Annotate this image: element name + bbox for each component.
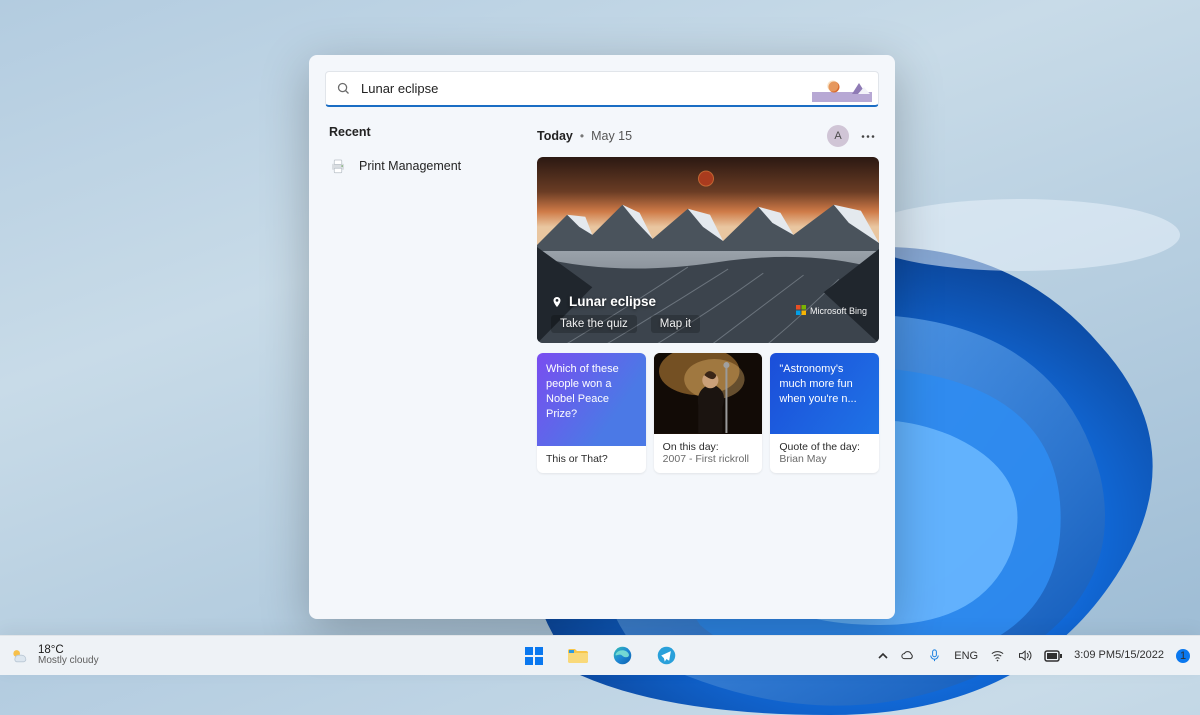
cloud-icon bbox=[900, 648, 915, 663]
battery-icon bbox=[1044, 650, 1062, 662]
wifi-icon bbox=[990, 648, 1005, 663]
recent-item-label: Print Management bbox=[359, 159, 461, 173]
chevron-up-icon bbox=[878, 651, 888, 661]
card-this-or-that[interactable]: Which of these people won a Nobel Peace … bbox=[537, 353, 646, 473]
folder-icon bbox=[567, 647, 589, 665]
windows-search-panel: Recent Print Management Today • May 15 A bbox=[309, 55, 895, 619]
hero-action-mapit[interactable]: Map it bbox=[651, 315, 700, 333]
card-on-this-day[interactable]: On this day:2007 - First rickroll bbox=[654, 353, 763, 473]
tray-volume[interactable] bbox=[1017, 648, 1032, 663]
singer-image bbox=[654, 353, 763, 433]
card-headline: "Astronomy's much more fun when you're n… bbox=[779, 363, 856, 405]
tray-wifi[interactable] bbox=[990, 648, 1005, 663]
clock-date: 5/15/2022 bbox=[1115, 649, 1164, 661]
hero-card[interactable]: Lunar eclipse Take the quiz Map it Micro… bbox=[537, 157, 879, 343]
telegram-icon bbox=[656, 645, 677, 666]
printer-icon bbox=[329, 157, 347, 175]
system-tray: ENG 3:09 PM 5/15/2022 1 bbox=[878, 648, 1190, 663]
today-date: May 15 bbox=[591, 129, 632, 143]
tray-language[interactable]: ENG bbox=[954, 650, 978, 662]
search-icon bbox=[336, 81, 351, 96]
clock-time: 3:09 PM bbox=[1074, 649, 1115, 661]
microsoft-logo-icon bbox=[796, 305, 806, 317]
search-input[interactable] bbox=[361, 81, 868, 96]
recent-item-print-management[interactable]: Print Management bbox=[325, 151, 529, 181]
card-quote-of-day[interactable]: "Astronomy's much more fun when you're n… bbox=[770, 353, 879, 473]
search-box[interactable] bbox=[325, 71, 879, 107]
notification-badge[interactable]: 1 bbox=[1176, 649, 1190, 663]
weather-widget[interactable]: 18°C Mostly cloudy bbox=[10, 644, 99, 667]
bing-art bbox=[812, 76, 872, 102]
today-label: Today bbox=[537, 129, 573, 143]
taskbar: 18°C Mostly cloudy bbox=[0, 635, 1200, 675]
tray-clock[interactable]: 3:09 PM 5/15/2022 bbox=[1074, 649, 1164, 661]
file-explorer-button[interactable] bbox=[559, 637, 597, 675]
telegram-button[interactable] bbox=[647, 637, 685, 675]
bing-brand-label: Microsoft Bing bbox=[810, 307, 867, 316]
tray-onedrive[interactable] bbox=[900, 648, 915, 663]
tray-battery[interactable] bbox=[1044, 650, 1062, 662]
card-headline: Which of these people won a Nobel Peace … bbox=[546, 363, 619, 420]
today-column: Today • May 15 A bbox=[529, 121, 879, 609]
recent-heading: Recent bbox=[325, 125, 529, 139]
start-button[interactable] bbox=[515, 637, 553, 675]
location-pin-icon bbox=[551, 296, 563, 308]
card-label: Quote of the day: bbox=[779, 441, 860, 453]
hero-action-quiz[interactable]: Take the quiz bbox=[551, 315, 637, 333]
weather-desc: Mostly cloudy bbox=[38, 656, 99, 667]
hero-title: Lunar eclipse bbox=[569, 294, 656, 309]
microphone-icon bbox=[927, 648, 942, 663]
card-sub: Brian May bbox=[779, 453, 826, 465]
weather-icon bbox=[10, 646, 30, 666]
card-label: On this day: bbox=[663, 441, 719, 453]
recent-column: Recent Print Management bbox=[325, 121, 529, 609]
edge-icon bbox=[612, 645, 633, 666]
taskbar-center bbox=[515, 637, 685, 675]
card-label: This or That? bbox=[546, 453, 608, 465]
tray-overflow[interactable] bbox=[878, 651, 888, 661]
more-button[interactable] bbox=[857, 125, 879, 147]
windows-logo-icon bbox=[524, 646, 544, 666]
speaker-icon bbox=[1017, 648, 1032, 663]
edge-button[interactable] bbox=[603, 637, 641, 675]
user-avatar[interactable]: A bbox=[827, 125, 849, 147]
more-icon bbox=[861, 135, 875, 138]
tray-microphone[interactable] bbox=[927, 648, 942, 663]
card-sub: 2007 - First rickroll bbox=[663, 453, 749, 465]
